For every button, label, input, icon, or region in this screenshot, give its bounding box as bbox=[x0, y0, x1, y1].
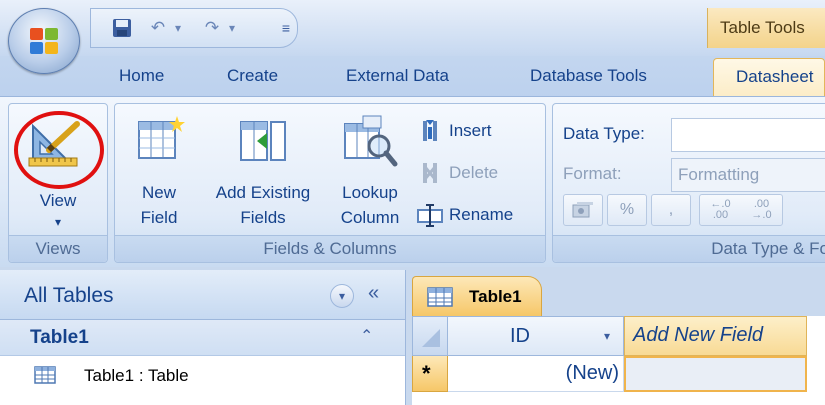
select-all-icon bbox=[422, 329, 440, 347]
new-record-marker: * bbox=[422, 361, 431, 386]
lookup-column-button[interactable]: Lookup Column bbox=[329, 110, 411, 234]
new-field-button[interactable]: New Field bbox=[123, 110, 195, 234]
tab-external-data[interactable]: External Data bbox=[346, 66, 449, 86]
fields-columns-group: New Field Add Existing Fields Lookup Col… bbox=[114, 103, 546, 263]
format-dropdown[interactable]: Formatting bbox=[671, 158, 825, 192]
cell-add-new-field-new[interactable] bbox=[624, 356, 807, 392]
new-field-label-2: Field bbox=[140, 208, 178, 227]
column-sort-dropdown-icon[interactable]: ▾ bbox=[604, 329, 610, 343]
ribbon: View ▾ Views New Field Add Existing Fiel… bbox=[0, 96, 825, 267]
tab-datasheet[interactable]: Datasheet bbox=[713, 58, 825, 98]
shutter-bar-close-icon[interactable]: « bbox=[368, 282, 379, 305]
lookup-label-1: Lookup bbox=[342, 183, 398, 202]
data-type-label: Data Type: bbox=[563, 124, 645, 143]
table-tab-icon bbox=[427, 287, 453, 307]
rename-button[interactable]: Rename bbox=[417, 200, 513, 230]
add-existing-fields-button[interactable]: Add Existing Fields bbox=[201, 110, 325, 234]
data-type-group-label: Data Type & Fo bbox=[553, 235, 825, 262]
currency-format-button[interactable] bbox=[563, 194, 603, 226]
nav-filter-dropdown-icon[interactable]: ▾ bbox=[330, 284, 354, 308]
nav-item-label: Table1 : Table bbox=[84, 366, 189, 385]
new-record-selector[interactable]: * bbox=[412, 356, 448, 392]
lookup-label-2: Column bbox=[340, 208, 400, 227]
tab-create[interactable]: Create bbox=[227, 66, 278, 86]
fields-columns-group-label: Fields & Columns bbox=[115, 235, 545, 262]
rename-label: Rename bbox=[449, 205, 514, 224]
undo-dropdown-icon[interactable]: ▾ bbox=[171, 15, 185, 41]
percent-format-button[interactable]: % bbox=[607, 194, 647, 226]
data-type-dropdown[interactable] bbox=[671, 118, 825, 152]
rename-icon bbox=[417, 204, 443, 227]
datasheet-grid: ID ▾ Add New Field * (New) bbox=[412, 316, 825, 405]
column-header-id[interactable]: ID ▾ bbox=[448, 316, 624, 356]
decimal-buttons: ←.0 .00 .00 →.0 bbox=[699, 194, 783, 226]
redo-icon[interactable]: ↷ bbox=[199, 15, 225, 41]
document-tab-table1[interactable]: Table1 bbox=[412, 276, 542, 316]
new-id-value: (New) bbox=[565, 362, 619, 384]
collapse-group-icon[interactable]: ⌃ bbox=[360, 326, 373, 346]
new-field-label-1: New bbox=[141, 183, 176, 202]
office-button[interactable] bbox=[8, 8, 80, 74]
office-logo-icon bbox=[30, 28, 58, 54]
document-tab-label: Table1 bbox=[469, 287, 522, 306]
add-existing-label-1: Add Existing bbox=[215, 183, 311, 202]
table-tools-context-label: Table Tools bbox=[707, 8, 825, 48]
comma-format-button[interactable]: , bbox=[651, 194, 691, 226]
delete-label: Delete bbox=[449, 163, 499, 182]
nav-item-table1[interactable]: Table1 : Table bbox=[0, 358, 405, 394]
format-label: Format: bbox=[563, 164, 622, 183]
currency-icon bbox=[572, 202, 593, 218]
highlight-circle bbox=[14, 111, 104, 189]
view-dropdown-icon: ▾ bbox=[54, 215, 62, 229]
undo-icon[interactable]: ↶ bbox=[145, 15, 171, 41]
nav-pane-header[interactable]: All Tables ▾ « bbox=[0, 270, 405, 320]
nav-pane-title: All Tables bbox=[24, 284, 114, 307]
delete-button[interactable]: Delete bbox=[417, 158, 498, 188]
cell-id-new[interactable]: (New) bbox=[448, 356, 624, 392]
table-icon bbox=[34, 366, 56, 384]
insert-label: Insert bbox=[449, 121, 492, 140]
decrease-decimals-button[interactable]: .00 →.0 bbox=[751, 199, 771, 221]
insert-button[interactable]: Insert bbox=[417, 116, 492, 146]
navigation-pane: All Tables ▾ « Table1 ⌃ Table1 : Table bbox=[0, 270, 406, 405]
save-icon[interactable] bbox=[109, 15, 135, 41]
lookup-column-icon bbox=[344, 115, 398, 167]
new-field-icon bbox=[138, 116, 185, 159]
redo-dropdown-icon[interactable]: ▾ bbox=[225, 15, 239, 41]
data-type-group: Data Type: Format: Formatting % , ←.0 .0… bbox=[552, 103, 825, 263]
column-header-add-new-field[interactable]: Add New Field bbox=[624, 316, 807, 356]
ribbon-tabs: Home Create External Data Database Tools… bbox=[0, 56, 825, 98]
document-area: Table1 ID ▾ Add New Field * (New) bbox=[406, 270, 825, 405]
add-existing-fields-icon bbox=[240, 121, 286, 161]
nav-group-header[interactable]: Table1 ⌃ bbox=[0, 320, 405, 356]
views-group-label: Views bbox=[9, 235, 107, 262]
tab-home[interactable]: Home bbox=[119, 66, 164, 86]
add-existing-label-2: Fields bbox=[240, 208, 286, 227]
add-new-field-label: Add New Field bbox=[633, 324, 764, 346]
delete-column-icon bbox=[423, 163, 437, 183]
quick-access-toolbar: ↶ ▾ ↷ ▾ ≡ bbox=[90, 8, 298, 48]
tab-database-tools[interactable]: Database Tools bbox=[530, 66, 647, 86]
insert-column-icon bbox=[423, 120, 437, 141]
customize-qat-icon[interactable]: ≡ bbox=[279, 15, 293, 41]
nav-group-title: Table1 bbox=[30, 327, 89, 348]
increase-decimals-button[interactable]: ←.0 .00 bbox=[710, 199, 730, 221]
select-all-cell[interactable] bbox=[412, 316, 448, 356]
column-header-id-label: ID bbox=[510, 325, 530, 347]
